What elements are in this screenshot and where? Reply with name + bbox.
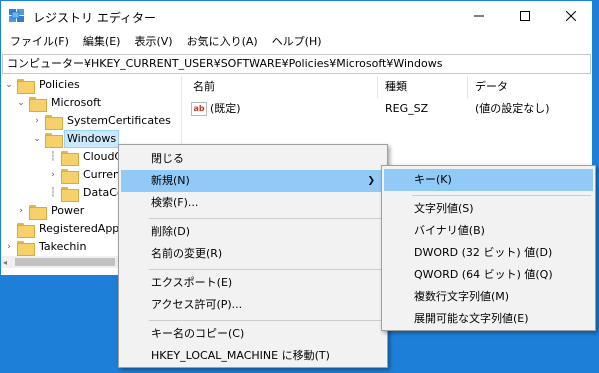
menu-bar: ファイル(F) 編集(E) 表示(V) お気に入り(A) ヘルプ(H) <box>1 31 592 53</box>
submenu-item-multi-string-value[interactable]: 複数行文字列値(M) <box>384 286 593 308</box>
folder-icon <box>61 150 79 166</box>
scroll-left-icon[interactable]: ◂ <box>3 258 7 267</box>
submenu-item-key[interactable]: キー(K) <box>384 169 593 191</box>
tree-item-label: Takechin <box>39 240 87 253</box>
menu-item-find[interactable]: 検索(F)... <box>121 192 385 214</box>
submenu-item-binary-value[interactable]: バイナリ値(B) <box>384 220 593 242</box>
submenu-item-expandable-string-value[interactable]: 展開可能な文字列値(E) <box>384 308 593 330</box>
expand-icon[interactable]: › <box>3 238 15 256</box>
column-divider[interactable] <box>377 76 378 98</box>
menu-separator <box>149 269 383 270</box>
column-header-type[interactable]: 種類 <box>379 76 467 98</box>
string-value-icon: ab <box>191 102 207 116</box>
tree-item-currentversion[interactable]: › Current <box>47 166 127 184</box>
menu-file[interactable]: ファイル(F) <box>3 31 76 53</box>
column-header-data[interactable]: データ <box>469 76 589 98</box>
close-icon <box>566 11 576 21</box>
tree-item-datacollection[interactable]: ┆ DataCo <box>47 184 127 202</box>
expand-icon[interactable]: › <box>31 112 43 130</box>
tree-item-label: Policies <box>39 78 80 91</box>
menu-separator <box>412 195 591 196</box>
menu-separator <box>149 218 383 219</box>
submenu-item-string-value[interactable]: 文字列値(S) <box>384 198 593 220</box>
tree-item-label: Power <box>51 204 85 217</box>
menu-help[interactable]: ヘルプ(H) <box>265 31 329 53</box>
window-title: レジストリ エディター <box>33 11 156 25</box>
tree-line-icon <box>3 220 15 238</box>
tree-item-power[interactable]: › Power <box>15 202 87 220</box>
new-submenu: キー(K) 文字列値(S) バイナリ値(B) DWORD (32 ビット) 値(… <box>381 165 596 331</box>
column-divider[interactable] <box>467 76 468 98</box>
value-row[interactable]: ab (既定) <box>191 100 241 118</box>
menu-item-rename[interactable]: 名前の変更(R) <box>121 243 385 265</box>
address-bar[interactable]: コンピューター¥HKEY_CURRENT_USER¥SOFTWARE¥Polic… <box>2 54 591 74</box>
menu-item-new[interactable]: 新規(N) ❯ <box>121 170 385 192</box>
registry-app-icon <box>9 9 24 22</box>
tree-item-systemcertificates[interactable]: › SystemCertificates <box>31 112 174 130</box>
submenu-arrow-icon: ❯ <box>367 176 375 186</box>
tree-item-cloudcontent[interactable]: ┆ CloudC <box>47 148 125 166</box>
menu-favorites[interactable]: お気に入り(A) <box>180 31 265 53</box>
menu-edit[interactable]: 編集(E) <box>76 31 128 53</box>
tree-line-icon: ┆ <box>50 152 56 162</box>
folder-icon <box>61 168 79 184</box>
collapse-icon[interactable]: ⌄ <box>15 94 27 112</box>
folder-icon <box>29 96 47 112</box>
scrollbar-thumb[interactable] <box>15 258 115 266</box>
folder-icon <box>29 204 47 220</box>
minimize-icon <box>474 15 484 17</box>
menu-item-export[interactable]: エクスポート(E) <box>121 272 385 294</box>
value-type: REG_SZ <box>385 102 429 115</box>
folder-icon <box>17 222 35 238</box>
context-menu: 閉じる 新規(N) ❯ 検索(F)... 削除(D) 名前の変更(R) エクスポ… <box>118 144 388 368</box>
tree-item-label: Microsoft <box>51 96 102 109</box>
menu-item-permissions[interactable]: アクセス許可(P)... <box>121 294 385 316</box>
menu-item-new-label: 新規(N) <box>151 174 190 187</box>
menu-item-copy-key-name[interactable]: キー名のコピー(C) <box>121 323 385 345</box>
minimize-button[interactable] <box>456 1 502 31</box>
tree-item-label: Windows <box>64 130 120 148</box>
maximize-button[interactable] <box>502 1 548 31</box>
expand-icon[interactable]: › <box>15 202 27 220</box>
tree-item-microsoft[interactable]: ⌄ Microsoft <box>15 94 104 112</box>
submenu-item-qword-value[interactable]: QWORD (64 ビット) 値(Q) <box>384 264 593 286</box>
tree-item-takechin[interactable]: › Takechin <box>3 238 89 256</box>
folder-icon <box>17 240 35 256</box>
menu-separator <box>149 320 383 321</box>
value-name: (既定) <box>210 102 241 115</box>
folder-icon <box>61 186 79 202</box>
menu-item-goto-hklm[interactable]: HKEY_LOCAL_MACHINE に移動(T) <box>121 345 385 367</box>
maximize-icon <box>520 11 530 21</box>
menu-item-delete[interactable]: 削除(D) <box>121 221 385 243</box>
tree-item-label: SystemCertificates <box>67 114 171 127</box>
folder-icon <box>45 114 63 130</box>
tree-line-icon: ┆ <box>50 188 56 198</box>
tree-item-policies[interactable]: ⌄ Policies <box>3 76 83 94</box>
column-header-name[interactable]: 名前 <box>187 76 377 98</box>
submenu-item-dword-value[interactable]: DWORD (32 ビット) 値(D) <box>384 242 593 264</box>
title-bar: レジストリ エディター <box>1 1 592 31</box>
tree-item-registeredapplications[interactable]: RegisteredApplic <box>3 220 134 238</box>
collapse-icon[interactable]: ⌄ <box>3 76 15 94</box>
expand-icon[interactable]: › <box>47 166 59 184</box>
close-button[interactable] <box>548 1 592 31</box>
menu-view[interactable]: 表示(V) <box>127 31 179 53</box>
tree-item-windows[interactable]: ⌄ Windows <box>31 130 120 148</box>
folder-icon <box>17 78 35 94</box>
menu-item-close[interactable]: 閉じる <box>121 148 385 170</box>
value-data: (値の設定なし) <box>475 102 550 115</box>
folder-open-icon <box>45 132 63 148</box>
collapse-icon[interactable]: ⌄ <box>31 130 43 148</box>
